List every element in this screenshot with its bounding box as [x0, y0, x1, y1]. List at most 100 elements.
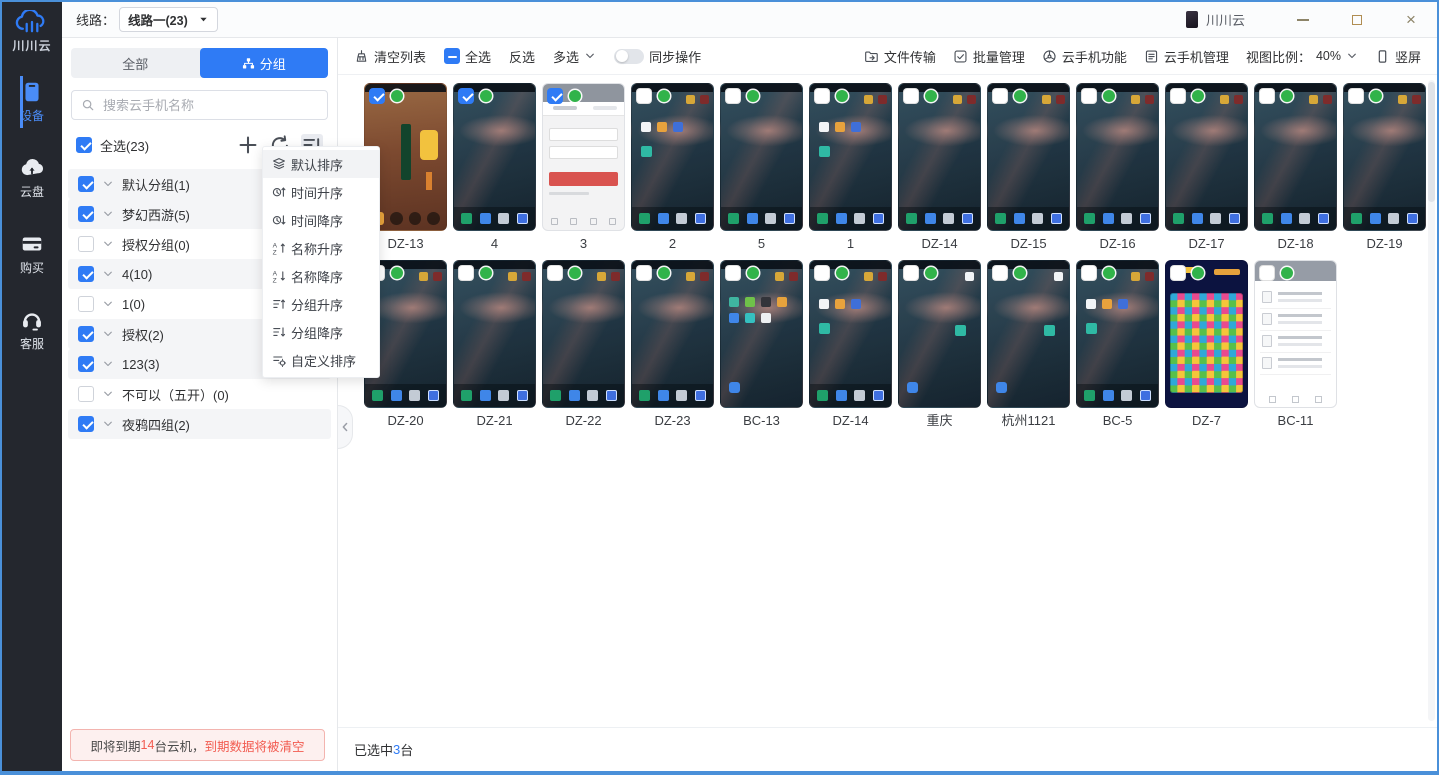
invert-select-button[interactable]: 反选 — [509, 47, 535, 66]
device-card[interactable]: BC-11 — [1254, 260, 1337, 433]
add-group-button[interactable] — [237, 134, 259, 156]
device-card[interactable]: 5 — [720, 83, 803, 256]
device-card[interactable]: DZ-18 — [1254, 83, 1337, 256]
file-transfer-button[interactable]: 文件传输 — [864, 47, 936, 66]
device-checkbox[interactable] — [636, 265, 652, 281]
device-checkbox[interactable] — [369, 88, 385, 104]
device-screen[interactable] — [987, 83, 1070, 231]
portrait-button[interactable]: 竖屏 — [1375, 47, 1421, 66]
device-checkbox[interactable] — [903, 88, 919, 104]
group-checkbox[interactable] — [78, 416, 94, 432]
group-checkbox[interactable] — [78, 236, 94, 252]
device-checkbox[interactable] — [458, 265, 474, 281]
device-checkbox[interactable] — [814, 88, 830, 104]
device-checkbox[interactable] — [903, 265, 919, 281]
device-card[interactable]: DZ-14 — [898, 83, 981, 256]
select-all-checkbox[interactable] — [76, 137, 92, 153]
chevron-down-icon[interactable] — [102, 238, 114, 250]
device-screen[interactable] — [1076, 83, 1159, 231]
group-checkbox[interactable] — [78, 176, 94, 192]
device-checkbox[interactable] — [1170, 88, 1186, 104]
sort-menu-item[interactable]: 分组升序 — [263, 290, 379, 318]
chevron-down-icon[interactable] — [102, 268, 114, 280]
view-scale-dropdown[interactable]: 视图比例： 40% — [1246, 47, 1358, 66]
sidebar-item-客服[interactable]: 客服 — [20, 308, 44, 352]
device-screen[interactable] — [542, 83, 625, 231]
device-screen[interactable] — [720, 260, 803, 408]
device-card[interactable]: 重庆 — [898, 260, 981, 433]
close-button[interactable]: × — [1401, 10, 1421, 30]
chevron-down-icon[interactable] — [102, 418, 114, 430]
group-checkbox[interactable] — [78, 206, 94, 222]
chevron-down-icon[interactable] — [102, 298, 114, 310]
cloud-features-button[interactable]: 云手机功能 — [1042, 47, 1127, 66]
device-checkbox[interactable] — [636, 88, 652, 104]
group-row[interactable]: 不可以（五开）(0) — [68, 379, 331, 409]
device-screen[interactable] — [1343, 83, 1426, 231]
sidebar-item-云盘[interactable]: 云盘 — [20, 156, 44, 200]
device-card[interactable]: DZ-16 — [1076, 83, 1159, 256]
device-card[interactable]: DZ-19 — [1343, 83, 1426, 256]
tab-all[interactable]: 全部 — [71, 48, 200, 78]
device-checkbox[interactable] — [814, 265, 830, 281]
device-checkbox[interactable] — [547, 265, 563, 281]
line-select-dropdown[interactable]: 线路一(23) — [119, 7, 218, 32]
device-card[interactable]: DZ-7 — [1165, 260, 1248, 433]
device-screen[interactable] — [898, 83, 981, 231]
sort-menu-item[interactable]: 时间降序 — [263, 206, 379, 234]
device-checkbox[interactable] — [992, 265, 1008, 281]
device-screen[interactable] — [453, 260, 536, 408]
device-screen[interactable] — [631, 83, 714, 231]
device-card[interactable]: DZ-21 — [453, 260, 536, 433]
device-checkbox[interactable] — [725, 265, 741, 281]
group-checkbox[interactable] — [78, 296, 94, 312]
device-screen[interactable] — [453, 83, 536, 231]
device-screen[interactable] — [720, 83, 803, 231]
sort-menu-item[interactable]: 分组降序 — [263, 318, 379, 346]
device-card[interactable]: DZ-17 — [1165, 83, 1248, 256]
device-card[interactable]: DZ-14 — [809, 260, 892, 433]
device-card[interactable]: BC-13 — [720, 260, 803, 433]
multi-select-dropdown[interactable]: 多选 — [553, 47, 596, 66]
chevron-down-icon[interactable] — [102, 208, 114, 220]
device-checkbox[interactable] — [725, 88, 741, 104]
chevron-down-icon[interactable] — [102, 358, 114, 370]
device-screen[interactable] — [1254, 260, 1337, 408]
chevron-down-icon[interactable] — [102, 178, 114, 190]
group-checkbox[interactable] — [78, 386, 94, 402]
device-checkbox[interactable] — [1170, 265, 1186, 281]
device-checkbox[interactable] — [1081, 88, 1097, 104]
device-screen[interactable] — [542, 260, 625, 408]
sync-ops-toggle[interactable] — [614, 49, 644, 64]
clear-list-button[interactable]: 清空列表 — [354, 47, 426, 66]
device-checkbox[interactable] — [1348, 88, 1364, 104]
device-card[interactable]: DZ-22 — [542, 260, 625, 433]
group-row[interactable]: 夜鸦四组(2) — [68, 409, 331, 439]
device-checkbox[interactable] — [1081, 265, 1097, 281]
device-card[interactable]: BC-5 — [1076, 260, 1159, 433]
tab-groups[interactable]: 分组 — [200, 48, 329, 78]
device-screen[interactable] — [1254, 83, 1337, 231]
device-screen[interactable] — [898, 260, 981, 408]
device-screen[interactable] — [809, 260, 892, 408]
group-checkbox[interactable] — [78, 356, 94, 372]
device-screen[interactable] — [1165, 83, 1248, 231]
device-screen[interactable] — [1165, 260, 1248, 408]
group-checkbox[interactable] — [78, 326, 94, 342]
device-screen[interactable] — [987, 260, 1070, 408]
sidebar-item-购买[interactable]: 购买 — [20, 232, 44, 276]
batch-manage-button[interactable]: 批量管理 — [953, 47, 1025, 66]
sort-menu-item[interactable]: AZ 名称升序 — [263, 234, 379, 262]
cloud-manage-button[interactable]: 云手机管理 — [1144, 47, 1229, 66]
device-checkbox[interactable] — [547, 88, 563, 104]
select-all-toolbar[interactable]: 全选 — [444, 47, 491, 66]
device-screen[interactable] — [809, 83, 892, 231]
sort-menu-item[interactable]: 自定义排序 — [263, 346, 379, 374]
sort-menu-item[interactable]: 默认排序 — [263, 150, 379, 178]
scrollbar-thumb[interactable] — [1428, 82, 1435, 202]
device-card[interactable]: DZ-23 — [631, 260, 714, 433]
device-card[interactable]: 1 — [809, 83, 892, 256]
maximize-button[interactable] — [1347, 10, 1367, 30]
sidebar-item-设备[interactable]: 设备 — [20, 80, 44, 124]
device-checkbox[interactable] — [458, 88, 474, 104]
